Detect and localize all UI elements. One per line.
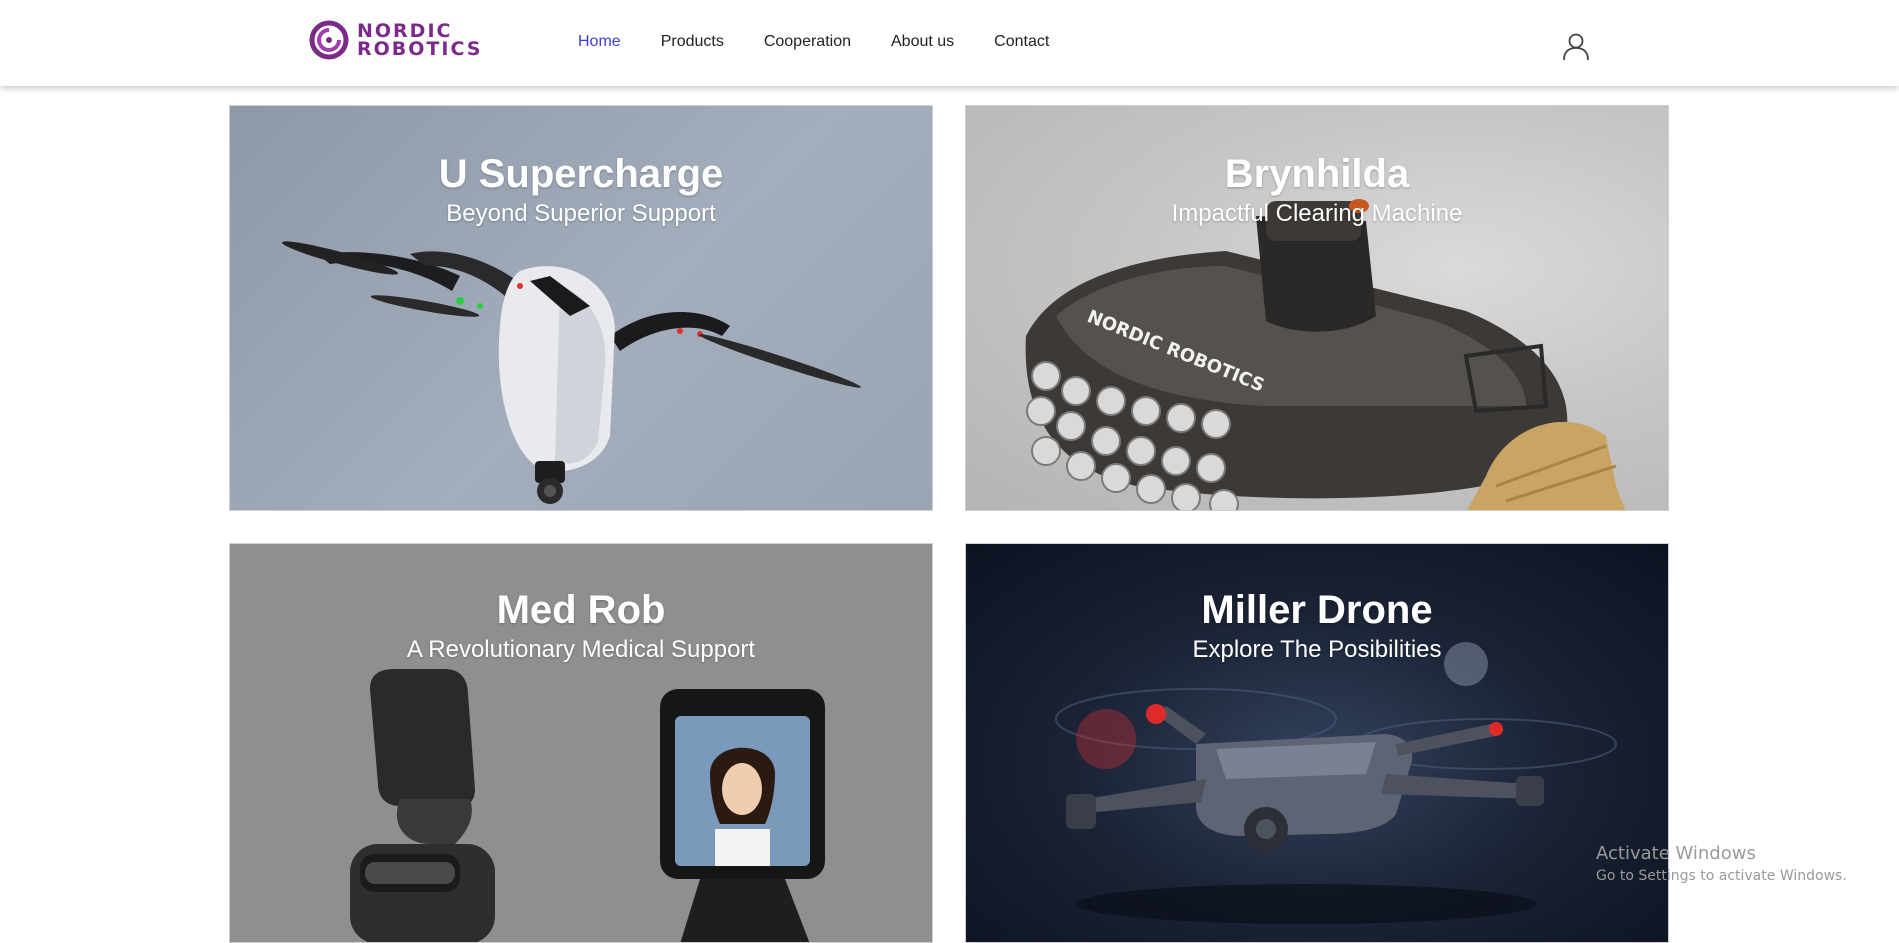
user-icon[interactable] bbox=[1561, 31, 1591, 61]
product-subtitle: Impactful Clearing Machine bbox=[1171, 200, 1463, 227]
nav-products[interactable]: Products bbox=[661, 31, 724, 53]
logo-wordmark: NORDIC ROBOTICS bbox=[357, 22, 483, 60]
logo-swirl-icon bbox=[309, 20, 349, 60]
watermark-title: Activate Windows bbox=[1596, 843, 1756, 864]
logo-line2: ROBOTICS bbox=[357, 38, 483, 60]
brand-logo[interactable]: NORDIC ROBOTICS bbox=[309, 20, 482, 60]
product-title: Brynhilda bbox=[1224, 152, 1410, 196]
nav-home[interactable]: Home bbox=[578, 31, 621, 53]
site-header: NORDIC ROBOTICS Home Products Cooperatio… bbox=[0, 0, 1899, 86]
product-title: Med Rob bbox=[496, 588, 666, 632]
product-subtitle: A Revolutionary Medical Support bbox=[406, 636, 756, 663]
product-subtitle: Explore The Posibilities bbox=[1192, 636, 1442, 663]
product-card-miller-drone[interactable]: Miller Drone Explore The Posibilities bbox=[965, 543, 1669, 943]
nav-cooperation[interactable]: Cooperation bbox=[764, 31, 851, 53]
activate-windows-watermark: Activate Windows Go to Settings to activ… bbox=[1596, 842, 1847, 886]
watermark-subtitle: Go to Settings to activate Windows. bbox=[1596, 868, 1847, 884]
nav-about-us[interactable]: About us bbox=[891, 31, 954, 53]
main-nav: Home Products Cooperation About us Conta… bbox=[578, 31, 1089, 53]
product-title: Miller Drone bbox=[1201, 588, 1433, 632]
product-subtitle: Beyond Superior Support bbox=[446, 200, 716, 227]
product-title: U Supercharge bbox=[438, 152, 724, 196]
product-card-u-supercharge[interactable]: U Supercharge Beyond Superior Support bbox=[229, 105, 933, 511]
nav-contact[interactable]: Contact bbox=[994, 31, 1049, 53]
product-card-med-rob[interactable]: Med Rob A Revolutionary Medical Support bbox=[229, 543, 933, 943]
product-card-brynhilda[interactable]: NORDIC ROBOTICS Brynhilda Impactful Clea… bbox=[965, 105, 1669, 511]
